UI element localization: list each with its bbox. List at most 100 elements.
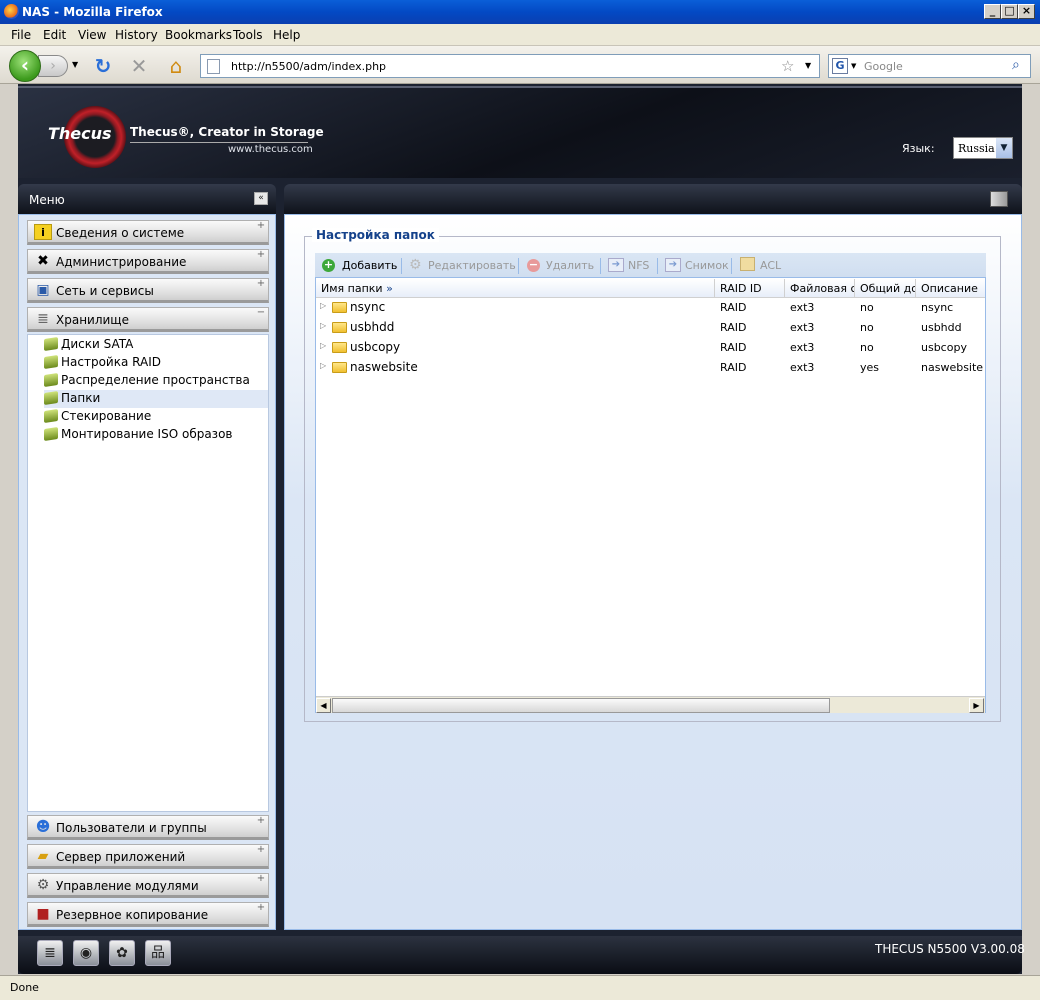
sidebar-section-modules[interactable]: ⚙ Управление модулями + <box>27 873 269 898</box>
edit-icon: ⚙ <box>409 257 422 273</box>
expand-arrow-icon[interactable]: ▷ <box>320 341 326 350</box>
column-header-folder-name[interactable]: Имя папки » <box>321 282 711 295</box>
table-row[interactable]: ▷ usbhdd RAID ext3 no usbhdd <box>316 318 985 338</box>
network-status-icon[interactable]: 品 <box>145 940 171 966</box>
maximize-button[interactable]: □ <box>1001 4 1018 19</box>
menu-file[interactable]: File <box>11 28 31 42</box>
app-server-icon: ▰ <box>37 848 49 864</box>
collapse-icon[interactable]: − <box>256 308 266 318</box>
sidebar-section-users-groups[interactable]: ☻ Пользователи и группы + <box>27 815 269 840</box>
snapshot-button[interactable]: Снимок <box>685 259 729 272</box>
firefox-icon <box>4 4 19 19</box>
sidebar-section-administration[interactable]: ✖ Администрирование + <box>27 249 269 274</box>
url-dropdown-icon[interactable]: ▼ <box>805 61 811 70</box>
content-header <box>284 184 1022 214</box>
navigation-toolbar: › ‹ ▼ ↻ ✕ ⌂ http://n5500/adm/index.php ☆… <box>0 46 1040 84</box>
expand-arrow-icon[interactable]: ▷ <box>320 361 326 370</box>
delete-button[interactable]: Удалить <box>546 259 594 272</box>
table-row[interactable]: ▷ nsync RAID ext3 no nsync <box>316 298 985 318</box>
menu-help[interactable]: Help <box>273 28 300 42</box>
chevron-down-icon[interactable]: ▼ <box>996 138 1012 158</box>
minimize-button[interactable]: _ <box>984 4 1001 19</box>
sort-icon: » <box>386 282 393 295</box>
server-status-icon[interactable]: ≣ <box>37 940 63 966</box>
toolbar-separator <box>731 258 732 274</box>
google-engine-icon[interactable]: G <box>832 58 848 74</box>
expand-icon[interactable]: + <box>256 874 266 884</box>
expand-icon[interactable]: + <box>256 816 266 826</box>
close-button[interactable]: × <box>1018 4 1035 19</box>
scrollbar-thumb[interactable] <box>332 698 830 713</box>
column-header-description[interactable]: Описание <box>921 282 985 295</box>
sidebar-item-sata-disks[interactable]: Диски SATA <box>44 336 268 354</box>
expand-arrow-icon[interactable]: ▷ <box>320 321 326 330</box>
edit-button[interactable]: Редактировать <box>428 259 516 272</box>
folder-icon <box>332 322 347 333</box>
horizontal-scrollbar[interactable]: ◀ ▶ <box>316 696 985 713</box>
browser-menu-bar: File Edit View History Bookmarks Tools H… <box>0 24 1040 46</box>
table-row[interactable]: ▷ usbcopy RAID ext3 no usbcopy <box>316 338 985 358</box>
tagline-divider <box>130 142 308 143</box>
history-dropdown-icon[interactable]: ▼ <box>72 60 78 69</box>
scroll-left-icon[interactable]: ◀ <box>316 698 331 713</box>
language-select[interactable]: Russia ▼ <box>953 137 1013 159</box>
expand-icon[interactable]: + <box>256 845 266 855</box>
back-button[interactable]: ‹ <box>9 50 41 82</box>
search-icon[interactable]: ⌕ <box>1012 57 1020 73</box>
menu-view[interactable]: View <box>78 28 106 42</box>
sidebar-section-network[interactable]: ▣ Сеть и сервисы + <box>27 278 269 303</box>
firmware-version: THECUS N5500 V3.00.08 <box>875 942 1025 956</box>
url-text: http://n5500/adm/index.php <box>231 60 387 73</box>
expand-icon[interactable]: + <box>256 903 266 913</box>
grid-column-headers: Имя папки » RAID ID Файловая си Общий до… <box>316 279 985 298</box>
column-header-public[interactable]: Общий дос <box>860 282 916 295</box>
sidebar-item-folders[interactable]: Папки <box>44 390 268 408</box>
sidebar-item-space-allocation[interactable]: Распределение пространства <box>44 372 268 390</box>
menu-bookmarks[interactable]: Bookmarks <box>165 28 232 42</box>
tools-icon: ✖ <box>37 253 49 269</box>
sidebar-section-storage[interactable]: ≣ Хранилище − <box>27 307 269 332</box>
menu-tools[interactable]: Tools <box>233 28 263 42</box>
stop-icon[interactable]: ✕ <box>128 55 150 77</box>
menu-header: Меню « <box>18 184 276 214</box>
menu-history[interactable]: History <box>115 28 158 42</box>
acl-button[interactable]: ACL <box>760 259 781 272</box>
table-row[interactable]: ▷ naswebsite RAID ext3 yes naswebsite <box>316 358 985 378</box>
sidebar-item-stacking[interactable]: Стекирование <box>44 408 268 426</box>
add-button[interactable]: Добавить <box>342 259 397 272</box>
disk-status-icon[interactable]: ◉ <box>73 940 99 966</box>
expand-icon[interactable]: + <box>256 279 266 289</box>
sidebar-section-app-server[interactable]: ▰ Сервер приложений + <box>27 844 269 869</box>
modules-icon: ⚙ <box>36 877 50 893</box>
forward-button[interactable]: › <box>38 55 68 77</box>
expand-icon[interactable]: + <box>256 250 266 260</box>
fan-status-icon[interactable]: ✿ <box>109 940 135 966</box>
column-header-raid-id[interactable]: RAID ID <box>720 282 784 295</box>
sidebar-item-raid[interactable]: Настройка RAID <box>44 354 268 372</box>
sidebar-section-backup[interactable]: ■ Резервное копирование + <box>27 902 269 927</box>
nfs-button[interactable]: NFS <box>628 259 649 272</box>
search-bar[interactable]: G ▼ Google ⌕ <box>828 54 1031 78</box>
disk-icon <box>44 427 58 441</box>
sidebar-section-system-info[interactable]: i Сведения о системе + <box>27 220 269 245</box>
expand-icon[interactable]: + <box>256 221 266 231</box>
sidebar-item-iso-mount[interactable]: Монтирование ISO образов <box>44 426 268 444</box>
url-bar[interactable]: http://n5500/adm/index.php ☆ ▼ <box>200 54 820 78</box>
engine-dropdown-icon[interactable]: ▼ <box>851 62 856 70</box>
header-website: www.thecus.com <box>228 144 313 155</box>
menu-edit[interactable]: Edit <box>43 28 66 42</box>
scroll-right-icon[interactable]: ▶ <box>969 698 984 713</box>
collapse-menu-icon[interactable]: « <box>254 192 268 205</box>
disk-icon <box>44 391 58 405</box>
disk-icon <box>44 337 58 351</box>
column-header-filesystem[interactable]: Файловая си <box>790 282 854 295</box>
toolbar-separator <box>401 258 402 274</box>
backup-icon: ■ <box>36 906 50 922</box>
acl-icon <box>740 257 755 271</box>
home-icon[interactable]: ⌂ <box>165 55 187 77</box>
bookmark-star-icon[interactable]: ☆ <box>781 57 794 75</box>
reload-icon[interactable]: ↻ <box>92 55 114 77</box>
delete-icon: − <box>527 258 540 272</box>
expand-arrow-icon[interactable]: ▷ <box>320 301 326 310</box>
logout-icon[interactable] <box>990 191 1008 207</box>
